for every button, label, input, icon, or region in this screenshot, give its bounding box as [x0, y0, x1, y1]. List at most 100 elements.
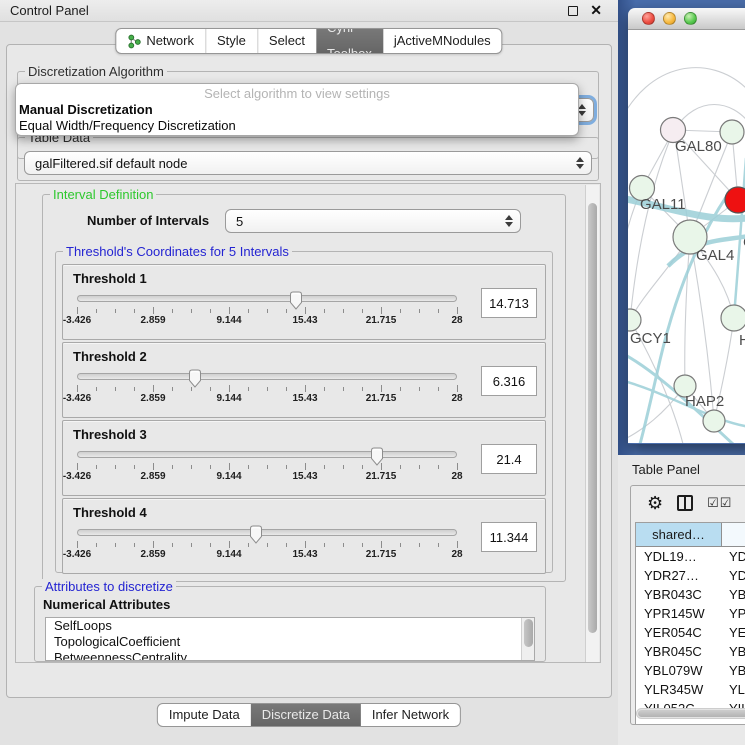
threshold-panel: Threshold 4 -3.4262.8599.14415.4321.7152… [62, 498, 546, 574]
tab-style[interactable]: Style [205, 29, 257, 53]
minimize-traffic-light-icon[interactable] [663, 12, 676, 25]
table-row[interactable]: YER054C YER0 [636, 623, 745, 642]
checkbox-icons[interactable]: ☑☑ [707, 495, 732, 511]
number-of-intervals-label: Number of Intervals [87, 213, 209, 228]
network-view-window: GAL80 G. GAL11 C GAL4 GCY1 H HAP2 [628, 8, 745, 444]
float-window-icon[interactable] [568, 6, 578, 16]
threshold-value-field[interactable]: 21.4 [481, 444, 537, 474]
threshold-value-field[interactable]: 6.316 [481, 366, 537, 396]
threshold-slider[interactable]: -3.4262.8599.14415.4321.71528 [63, 444, 471, 488]
algorithm-dropdown-popup: Select algorithm to view settings Manual… [15, 83, 579, 136]
list-item[interactable]: TopologicalCoefficient [46, 634, 534, 650]
tab-discretize-data[interactable]: Discretize Data [251, 704, 361, 726]
tab-label: Select [269, 28, 305, 54]
tab-label: Network [146, 28, 194, 54]
close-icon[interactable]: ✕ [590, 2, 602, 19]
slider-track[interactable] [77, 451, 457, 458]
number-of-intervals-combobox[interactable]: 5 [225, 209, 521, 233]
attr-items: SelfLoopsTopologicalCoefficientBetweenne… [46, 618, 534, 661]
thresholds-list: Threshold 1 -3.4262.8599.14415.4321.7152… [56, 264, 552, 576]
scrollbar-thumb[interactable] [588, 203, 597, 633]
threshold-label: Threshold 1 [63, 265, 545, 286]
settings-scroll-panel: Interval Definition Number of Intervals … [15, 183, 601, 663]
table-row[interactable]: YBR045C YBR0 [636, 642, 745, 661]
cell-name: YBR0 [722, 585, 745, 604]
list-item[interactable]: BetweennessCentrality [46, 650, 534, 661]
cell-shared-name: YBR043C [636, 585, 722, 604]
tab-select[interactable]: Select [257, 29, 316, 53]
tab-impute-data[interactable]: Impute Data [158, 704, 251, 726]
threshold-value-field[interactable]: 11.344 [481, 522, 537, 552]
node-red-selected [725, 187, 745, 213]
table-row[interactable]: YDR27… YDR2 [636, 566, 745, 585]
cell-name: YER0 [722, 623, 745, 642]
settings-scrollbar[interactable] [585, 185, 599, 663]
node-table: shared… n YDL19… YDL1 YDR27… YDR2 YBR043… [635, 522, 745, 724]
table-body: YDL19… YDL1 YDR27… YDR2 YBR043C YBR0 YPR… [636, 547, 745, 724]
zoom-traffic-light-icon[interactable] [684, 12, 697, 25]
node-top-right [720, 120, 744, 144]
node-label-gal80: GAL80 [675, 138, 722, 155]
table-row[interactable]: YLR345W YLR3 [636, 680, 745, 699]
combo-stepper [505, 215, 513, 227]
table-panel-title: Table Panel [632, 462, 700, 477]
close-traffic-light-icon[interactable] [642, 12, 655, 25]
table-horizontal-scrollbar[interactable] [636, 708, 745, 719]
numerical-attributes-list[interactable]: SelfLoopsTopologicalCoefficientBetweenne… [45, 617, 535, 661]
table-panel-inner: ⚙ ☑☑ shared… n YDL19… YDL1 YDR27… YDR2 Y… [630, 485, 745, 725]
group-title: Threshold's Coordinates for 5 Intervals [63, 244, 292, 259]
cell-shared-name: YPR145W [636, 604, 722, 623]
scrollbar-thumb[interactable] [524, 619, 533, 647]
columns-icon[interactable] [677, 495, 693, 511]
slider-tick-labels: -3.4262.8599.14415.4321.71528 [77, 471, 457, 483]
popup-hint: Select algorithm to view settings [16, 86, 578, 102]
table-row[interactable]: YDL19… YDL1 [636, 547, 745, 566]
control-panel-window: Control Panel ✕ Network Style Select Cyn… [0, 0, 618, 745]
tab-infer-network[interactable]: Infer Network [361, 704, 460, 726]
numerical-attributes-label: Numerical Attributes [43, 597, 170, 612]
table-data-combobox[interactable]: galFiltered.sif default node [24, 151, 592, 175]
table-panel: Table Panel ⚙ ☑☑ shared… n YDL19… YDL1 Y… [618, 455, 745, 745]
thresholds-group: Threshold's Coordinates for 5 Intervals … [55, 251, 553, 573]
threshold-panel: Threshold 3 -3.4262.8599.14415.4321.7152… [62, 420, 546, 496]
tab-network[interactable]: Network [116, 29, 205, 53]
slider-track[interactable] [77, 295, 457, 302]
table-row[interactable]: YBR043C YBR0 [636, 585, 745, 604]
threshold-label: Threshold 4 [63, 499, 545, 520]
threshold-slider[interactable]: -3.4262.8599.14415.4321.71528 [63, 288, 471, 332]
table-row[interactable]: YBL079W YBL0 [636, 661, 745, 680]
slider-track[interactable] [77, 373, 457, 380]
scrollbar-thumb[interactable] [638, 710, 745, 717]
interval-definition-group: Interval Definition Number of Intervals … [42, 194, 566, 582]
attributes-scrollbar[interactable] [521, 618, 534, 660]
tab-jactivemnodules[interactable]: jActiveMNodules [383, 29, 502, 53]
slider-ticks [77, 384, 457, 392]
slider-tick-labels: -3.4262.8599.14415.4321.71528 [77, 393, 457, 405]
node-label-gcy1: GCY1 [630, 330, 671, 347]
node-label-gal4: GAL4 [696, 247, 734, 264]
threshold-slider[interactable]: -3.4262.8599.14415.4321.71528 [63, 522, 471, 566]
threshold-slider[interactable]: -3.4262.8599.14415.4321.71528 [63, 366, 471, 410]
tab-label: Infer Network [372, 703, 449, 727]
node-h [721, 305, 745, 331]
threshold-panel: Threshold 2 -3.4262.8599.14415.4321.7152… [62, 342, 546, 418]
column-header-shared[interactable]: shared… [636, 523, 722, 546]
cell-shared-name: YBR045C [636, 642, 722, 661]
list-item[interactable]: SelfLoops [46, 618, 534, 634]
tab-label: Discretize Data [262, 703, 350, 727]
network-canvas[interactable]: GAL80 G. GAL11 C GAL4 GCY1 H HAP2 [628, 30, 745, 443]
right-region: GAL80 G. GAL11 C GAL4 GCY1 H HAP2 Table … [618, 0, 745, 745]
tab-cyni-toolbox[interactable]: Cyni Toolbox [316, 29, 383, 53]
slider-track[interactable] [77, 529, 457, 536]
threshold-value-field[interactable]: 14.713 [481, 288, 537, 318]
attributes-group: Attributes to discretize Numerical Attri… [34, 586, 546, 662]
number-of-intervals-value: 5 [236, 214, 243, 229]
popup-item-manual-discretization[interactable]: Manual Discretization [16, 102, 578, 118]
popup-item-equal-width-frequency[interactable]: Equal Width/Frequency Discretization [16, 118, 578, 134]
threshold-label: Threshold 2 [63, 343, 545, 364]
gear-icon[interactable]: ⚙ [647, 494, 663, 512]
network-window-titlebar [628, 8, 745, 30]
tab-label: Style [217, 28, 246, 54]
column-header-name[interactable]: n [722, 523, 745, 546]
table-row[interactable]: YPR145W YPR1 [636, 604, 745, 623]
